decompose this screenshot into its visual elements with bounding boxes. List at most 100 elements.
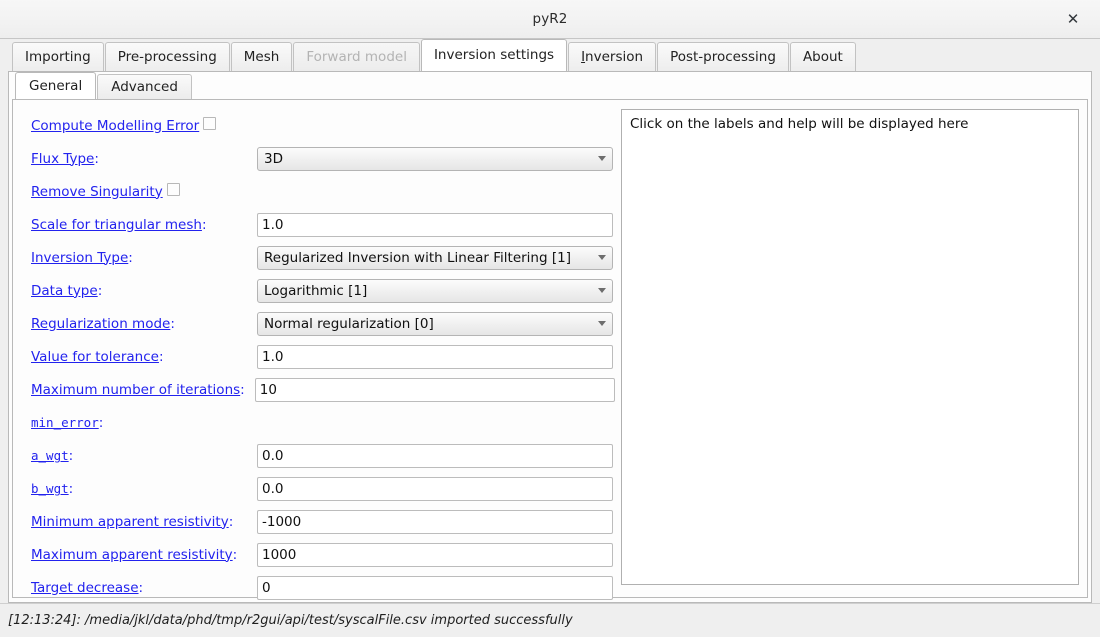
form-row-regularization-mode: Regularization mode: Normal regularizatio… <box>21 307 613 340</box>
control-wrap: 3D <box>247 146 613 171</box>
control-wrap <box>199 117 553 134</box>
control-wrap: 10 <box>245 377 615 402</box>
tab-about[interactable]: About <box>789 42 856 71</box>
input-maximum-apparent-resistivity[interactable]: 1000 <box>257 542 613 567</box>
control-wrap: Logarithmic [1] <box>247 278 613 303</box>
checkbox-remove-singularity[interactable] <box>166 183 180 196</box>
input-b_wgt[interactable]: 0.0 <box>257 476 613 501</box>
label-b_wgt[interactable]: b_wgt <box>21 481 69 496</box>
label-text: Maximum number of iterations <box>31 381 241 398</box>
tab-importing[interactable]: Importing <box>12 42 104 71</box>
control-wrap: -1000 <box>247 509 613 534</box>
label-data-type[interactable]: Data type <box>21 283 98 299</box>
form-row-value-for-tolerance: Value for tolerance: 1.0 <box>21 340 613 373</box>
label-target-decrease[interactable]: Target decrease <box>21 580 139 596</box>
label-text: Remove Singularity <box>31 183 163 200</box>
input-scale-for-triangular-mesh[interactable]: 1.0 <box>257 212 613 237</box>
form-row-a_wgt: a_wgt: 0.0 <box>21 439 613 472</box>
chevron-down-icon <box>598 255 606 260</box>
dropdown-value: Regularized Inversion with Linear Filter… <box>264 249 571 266</box>
input-minimum-apparent-resistivity[interactable]: -1000 <box>257 509 613 534</box>
label-minimum-apparent-resistivity[interactable]: Minimum apparent resistivity <box>21 514 229 530</box>
subtab-label: Advanced <box>111 79 178 95</box>
sub-tab-bar: General Advanced <box>9 72 1091 99</box>
label-colon: : <box>68 447 74 464</box>
empty-control <box>257 411 613 435</box>
dropdown-inversion-type[interactable]: Regularized Inversion with Linear Filter… <box>257 245 613 270</box>
form-row-min_error: min_error: <box>21 406 613 439</box>
label-min_error[interactable]: min_error <box>21 415 99 430</box>
form-row-flux-type: Flux Type: 3D <box>21 142 613 175</box>
status-bar: [12:13:24]: /media/jkl/data/phd/tmp/r2gu… <box>0 603 1100 637</box>
tab-label: Forward model <box>306 49 407 65</box>
subtab-advanced[interactable]: Advanced <box>97 74 192 99</box>
tab-forward-model: Forward model <box>293 42 420 71</box>
tab-pre-processing[interactable]: Pre-processing <box>104 42 230 71</box>
form-row-target-decrease: Target decrease: 0 <box>21 571 613 604</box>
label-a_wgt[interactable]: a_wgt <box>21 448 69 463</box>
label-colon: : <box>158 348 164 365</box>
tab-label: Inversion settings <box>433 47 555 63</box>
tab-inversion[interactable]: Inversion <box>568 42 657 71</box>
form-row-minimum-apparent-resistivity: Minimum apparent resistivity: -1000 <box>21 505 613 538</box>
control-wrap: 0.0 <box>247 443 613 468</box>
label-inversion-type[interactable]: Inversion Type <box>21 250 128 266</box>
control-wrap: 0 <box>247 575 613 600</box>
label-remove-singularity[interactable]: Remove Singularity <box>21 184 163 200</box>
label-colon: : <box>138 579 144 596</box>
form-row-maximum-number-of-iterations: Maximum number of iterations:10 <box>21 373 615 406</box>
dropdown-data-type[interactable]: Logarithmic [1] <box>257 278 613 303</box>
label-colon: : <box>232 546 238 563</box>
label-colon: : <box>128 249 133 266</box>
label-colon: : <box>201 216 207 233</box>
checkbox-compute-modelling-error[interactable] <box>203 117 217 130</box>
label-colon: : <box>94 150 99 167</box>
sub-tab-page-general: Compute Modelling Error Flux Type: 3D Remov… <box>12 99 1088 600</box>
control-wrap: 0.0 <box>247 476 613 501</box>
label-maximum-apparent-resistivity[interactable]: Maximum apparent resistivity <box>21 547 233 563</box>
tab-page-inversion-settings: General Advanced Compute Modelling Error F… <box>8 71 1092 603</box>
tab-inversion-settings[interactable]: Inversion settings <box>420 39 568 71</box>
close-icon[interactable]: ✕ <box>1054 0 1092 38</box>
label-maximum-number-of-iterations[interactable]: Maximum number of iterations <box>21 382 240 398</box>
label-text: Maximum apparent resistivity <box>31 546 233 563</box>
input-value-for-tolerance[interactable]: 1.0 <box>257 344 613 369</box>
label-text: b_wgt <box>31 481 69 496</box>
title-bar: pyR2 ✕ <box>0 0 1100 39</box>
label-flux-type[interactable]: Flux Type <box>21 151 94 167</box>
tab-mesh[interactable]: Mesh <box>230 42 293 71</box>
control-wrap <box>163 183 517 200</box>
subtab-label: General <box>29 78 83 94</box>
help-panel: Click on the labels and help will be dis… <box>621 109 1079 585</box>
label-regularization-mode[interactable]: Regularization mode <box>21 316 170 332</box>
dropdown-value: 3D <box>264 150 283 167</box>
dropdown-value: Logarithmic [1] <box>264 282 368 299</box>
dropdown-value: Normal regularization [0] <box>264 315 434 332</box>
input-a_wgt[interactable]: 0.0 <box>257 443 613 468</box>
help-text: Click on the labels and help will be dis… <box>630 116 969 132</box>
tab-post-processing[interactable]: Post-processing <box>657 42 789 71</box>
form-row-inversion-type: Inversion Type: Regularized Inversion wit… <box>21 241 613 274</box>
tab-label: Post-processing <box>670 49 776 65</box>
label-text: Flux Type <box>31 150 95 167</box>
label-text: Inversion Type <box>31 249 129 266</box>
input-target-decrease[interactable]: 0 <box>257 575 613 600</box>
form-row-scale-for-triangular-mesh: Scale for triangular mesh: 1.0 <box>21 208 613 241</box>
label-value-for-tolerance[interactable]: Value for tolerance <box>21 349 159 365</box>
dropdown-regularization-mode[interactable]: Normal regularization [0] <box>257 311 613 336</box>
label-text: Value for tolerance <box>31 348 159 365</box>
label-text: min_error <box>31 415 99 430</box>
dropdown-flux-type[interactable]: 3D <box>257 146 613 171</box>
label-text: a_wgt <box>31 448 69 463</box>
subtab-general[interactable]: General <box>15 72 97 99</box>
label-compute-modelling-error[interactable]: Compute Modelling Error <box>21 118 199 134</box>
control-wrap: 1.0 <box>247 212 613 237</box>
label-text: Compute Modelling Error <box>31 117 200 134</box>
form-row-compute-modelling-error: Compute Modelling Error <box>21 109 613 142</box>
form-row-maximum-apparent-resistivity: Maximum apparent resistivity: 1000 <box>21 538 613 571</box>
tab-label: About <box>802 49 843 65</box>
main-tab-bar: Importing Pre-processing Mesh Forward model… <box>0 39 1100 71</box>
label-colon: : <box>97 282 103 299</box>
input-maximum-number-of-iterations[interactable]: 10 <box>254 377 615 402</box>
label-scale-for-triangular-mesh[interactable]: Scale for triangular mesh <box>21 217 202 233</box>
